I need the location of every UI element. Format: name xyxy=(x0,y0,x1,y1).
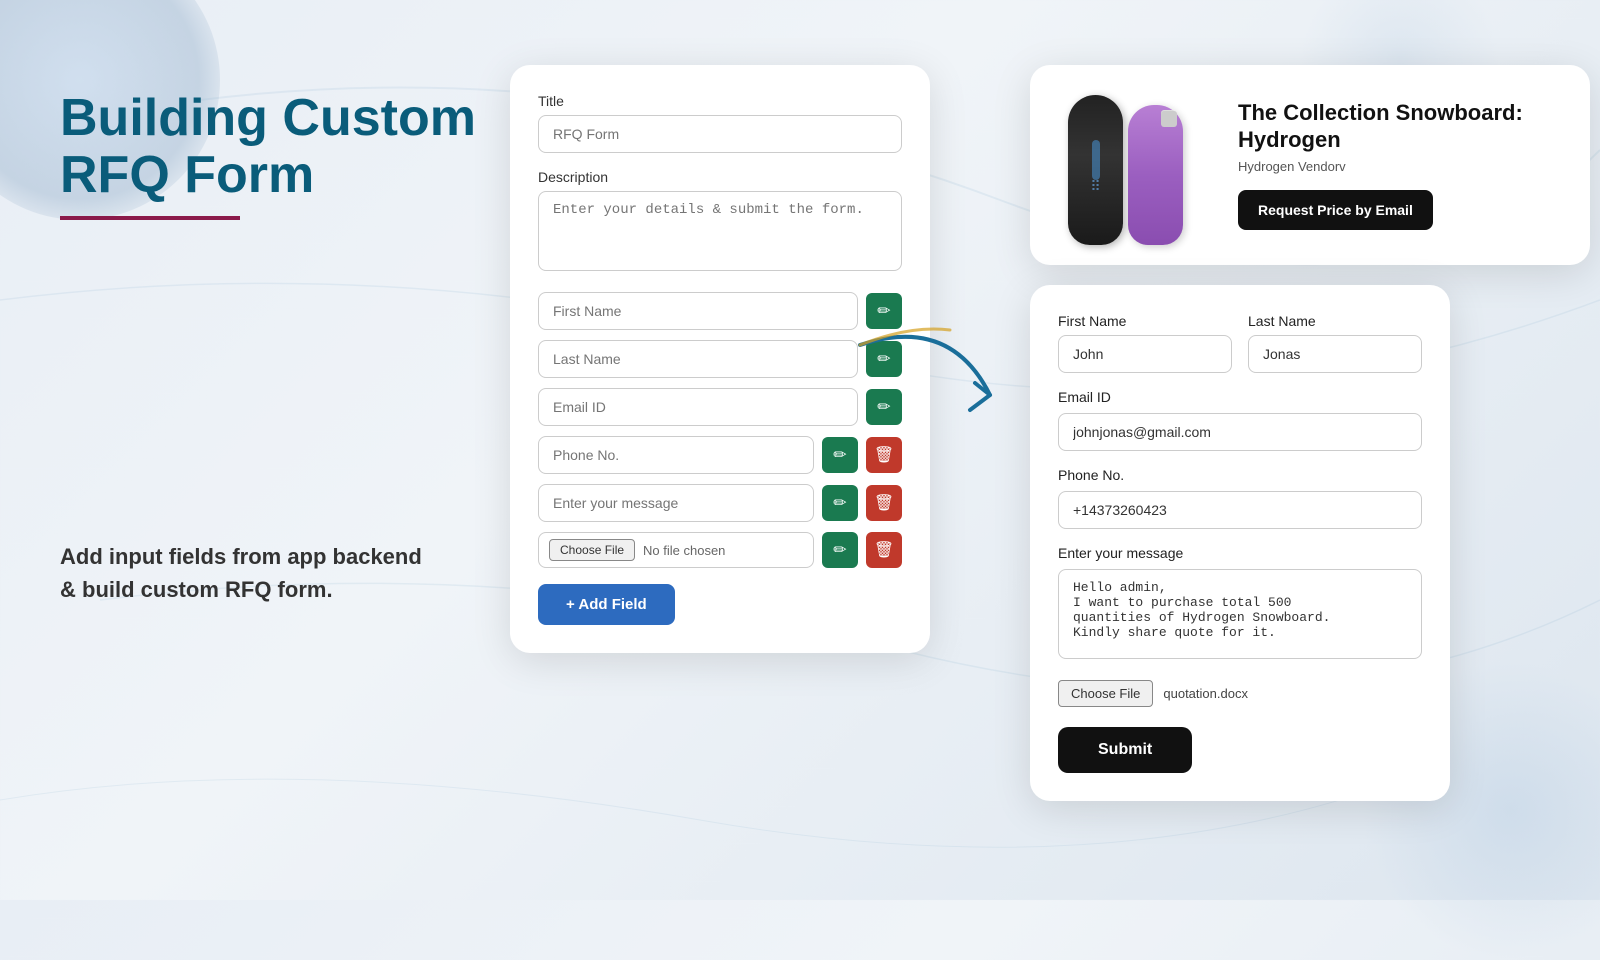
rfq-message-label: Enter your message xyxy=(1058,545,1183,561)
edit-icon: ✏ xyxy=(833,540,846,560)
field-row-phone: ✏ 🗑 xyxy=(538,436,902,474)
firstname-field-input[interactable] xyxy=(538,292,858,330)
rfq-firstname-label: First Name xyxy=(1058,313,1232,329)
no-file-text: No file chosen xyxy=(643,543,725,558)
field-row-message: ✏ 🗑 xyxy=(538,484,902,522)
message-field-input[interactable] xyxy=(538,484,814,522)
title-input[interactable] xyxy=(538,115,902,153)
lastname-field-input[interactable] xyxy=(538,340,858,378)
edit-icon: ✏ xyxy=(877,301,890,321)
delete-message-button[interactable]: 🗑 xyxy=(866,485,902,521)
right-section: The Collection Snowboard: Hydrogen Hydro… xyxy=(1030,65,1590,801)
delete-icon: 🗑 xyxy=(874,493,894,513)
product-info: The Collection Snowboard: Hydrogen Hydro… xyxy=(1228,100,1562,230)
edit-icon: ✏ xyxy=(833,493,846,513)
add-field-button[interactable]: + Add Field xyxy=(538,584,675,625)
rfq-email-label: Email ID xyxy=(1058,389,1111,405)
rfq-firstname-input[interactable] xyxy=(1058,335,1232,373)
rfq-name-row: First Name Last Name xyxy=(1058,313,1422,373)
title-label: Title xyxy=(538,93,902,109)
product-vendor: Hydrogen Vendorv xyxy=(1238,159,1562,174)
delete-icon: 🗑 xyxy=(874,445,894,465)
main-container: Building Custom RFQ Form Add input field… xyxy=(0,0,1600,900)
rfq-phone-input[interactable] xyxy=(1058,491,1422,529)
arrow-decoration xyxy=(850,325,1010,425)
request-price-button[interactable]: Request Price by Email xyxy=(1238,190,1433,230)
title-field-group: Title xyxy=(538,93,902,153)
rfq-file-row: Choose File quotation.docx xyxy=(1058,680,1422,707)
product-card: The Collection Snowboard: Hydrogen Hydro… xyxy=(1030,65,1590,265)
delete-file-button[interactable]: 🗑 xyxy=(866,532,902,568)
field-row-firstname: ✏ xyxy=(538,292,902,330)
rfq-email-input[interactable] xyxy=(1058,413,1422,451)
rfq-lastname-label: Last Name xyxy=(1248,313,1422,329)
rfq-message-textarea[interactable]: Hello admin, I want to purchase total 50… xyxy=(1058,569,1422,659)
page-title: Building Custom RFQ Form xyxy=(60,90,480,204)
rfq-email-group: Email ID xyxy=(1058,389,1422,451)
edit-phone-button[interactable]: ✏ xyxy=(822,437,858,473)
rfq-lastname-input[interactable] xyxy=(1248,335,1422,373)
email-field-input[interactable] xyxy=(538,388,858,426)
edit-message-button[interactable]: ✏ xyxy=(822,485,858,521)
rfq-firstname-group: First Name xyxy=(1058,313,1232,373)
delete-icon: 🗑 xyxy=(874,540,894,560)
field-row-email: ✏ xyxy=(538,388,902,426)
rfq-phone-group: Phone No. xyxy=(1058,467,1422,529)
field-row-file: Choose File No file chosen ✏ 🗑 xyxy=(538,532,902,568)
product-title: The Collection Snowboard: Hydrogen xyxy=(1238,100,1562,153)
description-label: Description xyxy=(538,169,902,185)
rfq-choose-file-button[interactable]: Choose File xyxy=(1058,680,1153,707)
file-field-display: Choose File No file chosen xyxy=(538,532,814,568)
rfq-file-name: quotation.docx xyxy=(1163,686,1248,701)
description-field-group: Description xyxy=(538,169,902,276)
rfq-lastname-group: Last Name xyxy=(1248,313,1422,373)
left-description-area: Add input fields from app backend & buil… xyxy=(60,540,480,606)
rfq-submit-button[interactable]: Submit xyxy=(1058,727,1192,773)
left-section: Building Custom RFQ Form Add input field… xyxy=(60,60,480,606)
snowboard-purple xyxy=(1128,105,1183,245)
snowboard-dark xyxy=(1068,95,1123,245)
delete-phone-button[interactable]: 🗑 xyxy=(866,437,902,473)
edit-icon: ✏ xyxy=(833,445,846,465)
rfq-form-card: First Name Last Name Email ID Phone No. xyxy=(1030,285,1450,801)
form-builder-section: Title Description ✏ ✏ xyxy=(510,65,930,653)
choose-file-button[interactable]: Choose File xyxy=(549,539,635,561)
description-text: Add input fields from app backend & buil… xyxy=(60,540,480,606)
phone-field-input[interactable] xyxy=(538,436,814,474)
snowboard-binding xyxy=(1161,111,1177,127)
rfq-phone-label: Phone No. xyxy=(1058,467,1124,483)
product-images xyxy=(1058,85,1228,245)
edit-firstname-button[interactable]: ✏ xyxy=(866,293,902,329)
edit-file-button[interactable]: ✏ xyxy=(822,532,858,568)
rfq-message-group: Enter your message Hello admin, I want t… xyxy=(1058,545,1422,664)
description-textarea[interactable] xyxy=(538,191,902,271)
field-row-lastname: ✏ xyxy=(538,340,902,378)
title-underline xyxy=(60,216,240,220)
